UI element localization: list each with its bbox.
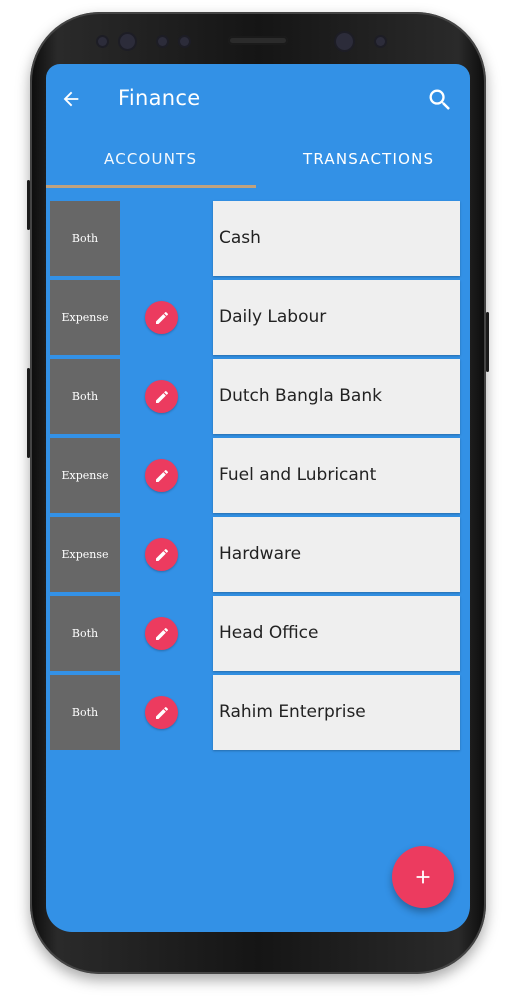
pencil-icon [155,469,168,482]
edit-button[interactable] [145,380,178,413]
account-card[interactable]: Dutch Bangla Bank [213,359,460,434]
account-name: Rahim Enterprise [219,702,366,722]
pencil-icon [155,706,168,719]
edit-button[interactable] [145,617,178,650]
pencil-icon [155,311,168,324]
sensor-dot [98,37,107,46]
account-type-badge: Both [50,675,120,750]
search-icon[interactable] [426,86,454,114]
account-card[interactable]: Daily Labour [213,280,460,355]
account-row[interactable]: Both Dutch Bangla Bank [46,359,470,435]
edit-button[interactable] [145,301,178,334]
tab-indicator [46,185,256,188]
side-button-left-2 [27,368,30,458]
account-type-badge: Both [50,201,120,276]
edit-button[interactable] [145,696,178,729]
sensor-dot [180,37,189,46]
tab-accounts[interactable]: ACCOUNTS [104,150,197,168]
account-row[interactable]: Expense Daily Labour [46,280,470,356]
side-button-right [486,312,489,372]
account-card[interactable]: Fuel and Lubricant [213,438,460,513]
earpiece-speaker [228,36,288,45]
account-row[interactable]: Expense Fuel and Lubricant [46,438,470,514]
account-row[interactable]: Expense Hardware [46,517,470,593]
account-name: Hardware [219,544,302,564]
phone-frame: Finance ACCOUNTS TRANSACTIONS Both Cash … [27,12,489,974]
account-name: Daily Labour [219,307,327,327]
account-type-badge: Expense [50,517,120,592]
account-card[interactable]: Cash [213,201,460,276]
plus-icon [416,870,430,884]
arrow-left-icon[interactable] [60,88,82,110]
account-name: Head Office [219,623,319,643]
tab-bar: ACCOUNTS TRANSACTIONS [46,136,470,188]
sensor-dot [158,37,167,46]
account-type-badge: Both [50,359,120,434]
front-camera [120,34,135,49]
account-name: Cash [219,228,261,248]
pencil-icon [155,548,168,561]
account-name: Fuel and Lubricant [219,465,377,485]
side-button-left-1 [27,180,30,230]
edit-button[interactable] [145,459,178,492]
account-type-badge: Both [50,596,120,671]
pencil-icon [155,390,168,403]
account-card[interactable]: Hardware [213,517,460,592]
tab-transactions[interactable]: TRANSACTIONS [303,150,434,168]
account-card[interactable]: Head Office [213,596,460,671]
edit-button[interactable] [145,538,178,571]
page-title: Finance [118,86,201,110]
app-bar: Finance [46,64,470,136]
account-row[interactable]: Both Rahim Enterprise [46,675,470,751]
account-row[interactable]: Both Head Office [46,596,470,672]
account-row[interactable]: Both Cash [46,201,470,277]
iris-camera [336,33,353,50]
account-card[interactable]: Rahim Enterprise [213,675,460,750]
app-screen: Finance ACCOUNTS TRANSACTIONS Both Cash … [46,64,470,932]
pencil-icon [155,627,168,640]
account-name: Dutch Bangla Bank [219,386,382,406]
add-account-button[interactable] [392,846,454,908]
account-type-badge: Expense [50,280,120,355]
sensor-dot [376,37,385,46]
account-type-badge: Expense [50,438,120,513]
